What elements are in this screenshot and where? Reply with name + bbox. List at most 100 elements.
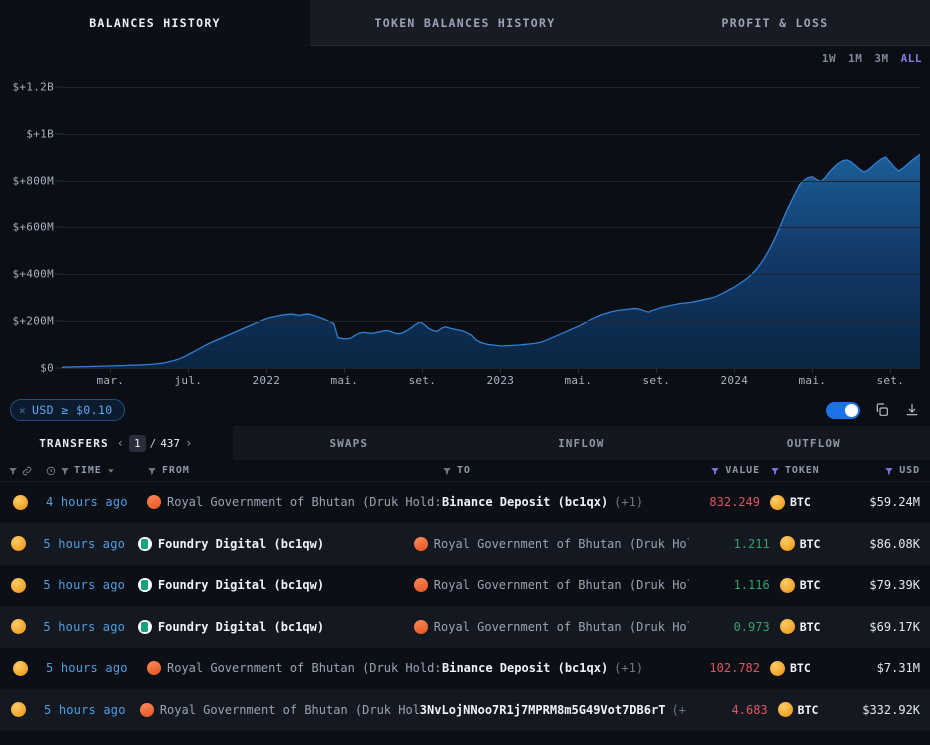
row-to[interactable]: Binance Deposit (bc1qx) (+1) <box>442 495 674 509</box>
chevron-down-icon[interactable] <box>106 466 116 476</box>
row-from[interactable]: Royal Government of Bhutan (Druk Hold: <box>147 661 442 676</box>
row-value: 832.249 <box>709 495 760 510</box>
row-from[interactable]: Foundry Digital (bc1qw) <box>137 578 414 593</box>
clock-icon[interactable] <box>46 466 56 476</box>
table-row[interactable]: 5 hours ago Foundry Digital (bc1qw) Royal … <box>0 565 930 607</box>
tab-swaps[interactable]: SWAPS <box>232 426 465 460</box>
table-row[interactable]: 5 hours ago Royal Government of Bhutan (D… <box>0 648 930 690</box>
row-to[interactable]: 3NvLojNNoo7R1j7MPRM8m5G49Vot7DB6rT (+1) <box>420 703 686 717</box>
row-to[interactable]: Binance Deposit (bc1qx) (+1) <box>442 661 674 675</box>
pagination-prev-icon[interactable]: ‹ <box>116 436 125 450</box>
chart-area-series <box>62 153 920 368</box>
filter-bar-actions <box>826 401 920 419</box>
row-time[interactable]: 5 hours ago <box>38 703 140 717</box>
to-label: Binance Deposit (bc1qx) <box>442 661 609 676</box>
row-to[interactable]: Royal Government of Bhutan (Druk Hold: <box>413 619 689 634</box>
range-1m[interactable]: 1M <box>848 52 862 65</box>
token-symbol: BTC <box>799 536 821 551</box>
transfers-pagination: ‹ 1 / 437 › <box>116 434 194 452</box>
tab-profit-and-loss[interactable]: PROFIT & LOSS <box>620 0 930 46</box>
table-row[interactable]: 4 hours ago Royal Government of Bhutan (D… <box>0 482 930 524</box>
table-row[interactable]: 5 hours ago Royal Government of Bhutan (D… <box>0 689 930 731</box>
bitcoin-icon <box>779 536 795 552</box>
chart-gridline <box>62 86 920 88</box>
filter-icon[interactable] <box>884 466 894 476</box>
filter-icon[interactable] <box>147 466 157 476</box>
filter-icon[interactable] <box>770 466 780 476</box>
chart-x-tick-label: 2022 <box>252 374 281 387</box>
chart-y-tick <box>55 180 62 181</box>
chip-remove-icon[interactable]: × <box>19 404 26 417</box>
spam-filter-toggle[interactable] <box>826 401 860 419</box>
row-time[interactable]: 5 hours ago <box>37 620 137 634</box>
download-icon[interactable] <box>904 402 920 418</box>
row-time[interactable]: 5 hours ago <box>37 537 137 551</box>
row-from[interactable]: Royal Government of Bhutan (Druk Hold: <box>147 495 442 510</box>
token-symbol: BTC <box>790 661 811 676</box>
row-from[interactable]: Foundry Digital (bc1qw) <box>137 619 414 634</box>
row-value: 102.782 <box>709 661 760 676</box>
table-row[interactable]: 5 hours ago Foundry Digital (bc1qw) Royal … <box>0 523 930 565</box>
chart-x-tick <box>812 368 814 373</box>
pagination-next-icon[interactable]: › <box>184 436 193 450</box>
table-tabs: TRANSFERS ‹ 1 / 437 › SWAPS INFLOW OUTFL… <box>0 426 930 460</box>
filter-icon[interactable] <box>8 466 18 476</box>
range-1w[interactable]: 1W <box>822 52 836 65</box>
filter-icon[interactable] <box>710 466 720 476</box>
row-token[interactable]: BTC <box>770 577 844 593</box>
row-asset-icon-cell <box>0 536 37 552</box>
header-usd-column[interactable]: USD <box>838 465 930 476</box>
bitcoin-icon <box>770 660 785 676</box>
row-time[interactable]: 5 hours ago <box>37 578 137 592</box>
pagination-current-page[interactable]: 1 <box>128 434 146 452</box>
header-to-column[interactable]: TO <box>442 465 674 476</box>
row-from[interactable]: Foundry Digital (bc1qw) <box>137 536 414 551</box>
tab-outflow[interactable]: OUTFLOW <box>697 426 930 460</box>
chart-gridline <box>62 321 920 323</box>
tab-token-balances-history[interactable]: TOKEN BALANCES HISTORY <box>310 0 620 46</box>
chart-y-tick <box>55 86 62 88</box>
row-to[interactable]: Royal Government of Bhutan (Druk Hold: <box>413 536 690 551</box>
chart-y-tick-label: $+1B <box>26 127 54 141</box>
row-token[interactable]: BTC <box>770 536 844 552</box>
row-token[interactable]: BTC <box>770 619 844 635</box>
row-token[interactable]: BTC <box>760 494 838 510</box>
row-time[interactable]: 4 hours ago <box>40 495 147 509</box>
range-all[interactable]: ALL <box>901 52 922 65</box>
filter-icon[interactable] <box>442 466 452 476</box>
chart-y-tick-label: $0 <box>40 361 54 375</box>
royal-government-avatar <box>147 661 161 676</box>
row-asset-icon-cell <box>0 619 37 635</box>
row-time[interactable]: 5 hours ago <box>40 661 147 675</box>
header-value-column[interactable]: VALUE <box>674 465 760 476</box>
to-label: Royal Government of Bhutan (Druk Hold: <box>433 536 690 551</box>
range-3m[interactable]: 3M <box>874 52 888 65</box>
row-from[interactable]: Royal Government of Bhutan (Druk Hold: <box>139 702 420 717</box>
table-row[interactable]: 5 hours ago Foundry Digital (bc1qw) Royal … <box>0 606 930 648</box>
chart-x-tick <box>500 368 502 373</box>
header-time-column[interactable]: TIME <box>40 465 147 476</box>
to-label: Binance Deposit (bc1qx) <box>442 495 609 510</box>
header-token-column[interactable]: TOKEN <box>760 465 838 476</box>
tab-inflow[interactable]: INFLOW <box>465 426 698 460</box>
row-token[interactable]: BTC <box>760 660 838 676</box>
row-token[interactable]: BTC <box>768 702 843 718</box>
from-label: Royal Government of Bhutan (Druk Hold: <box>167 661 442 676</box>
row-to[interactable]: Royal Government of Bhutan (Druk Hold: <box>413 578 689 593</box>
copy-icon[interactable] <box>874 402 890 418</box>
filter-icon[interactable] <box>60 466 70 476</box>
link-icon[interactable] <box>22 466 32 476</box>
chart-x-tick-label: set. <box>408 374 437 387</box>
toggle-knob <box>845 403 858 417</box>
filter-chip-usd-threshold[interactable]: × USD ≥ $0.10 <box>10 399 125 421</box>
royal-government-avatar <box>139 702 154 717</box>
header-from-column[interactable]: FROM <box>147 465 442 476</box>
chart-x-tick-label: mar. <box>96 374 125 387</box>
royal-government-avatar <box>413 619 428 634</box>
chart-x-tick <box>890 368 892 373</box>
row-usd: $332.92K <box>862 702 921 717</box>
tab-balances-history[interactable]: BALANCES HISTORY <box>0 0 310 46</box>
chart-x-tick-label: mai. <box>798 374 827 387</box>
header-from-label: FROM <box>162 465 190 476</box>
tab-transfers[interactable]: TRANSFERS ‹ 1 / 437 › <box>0 426 233 460</box>
